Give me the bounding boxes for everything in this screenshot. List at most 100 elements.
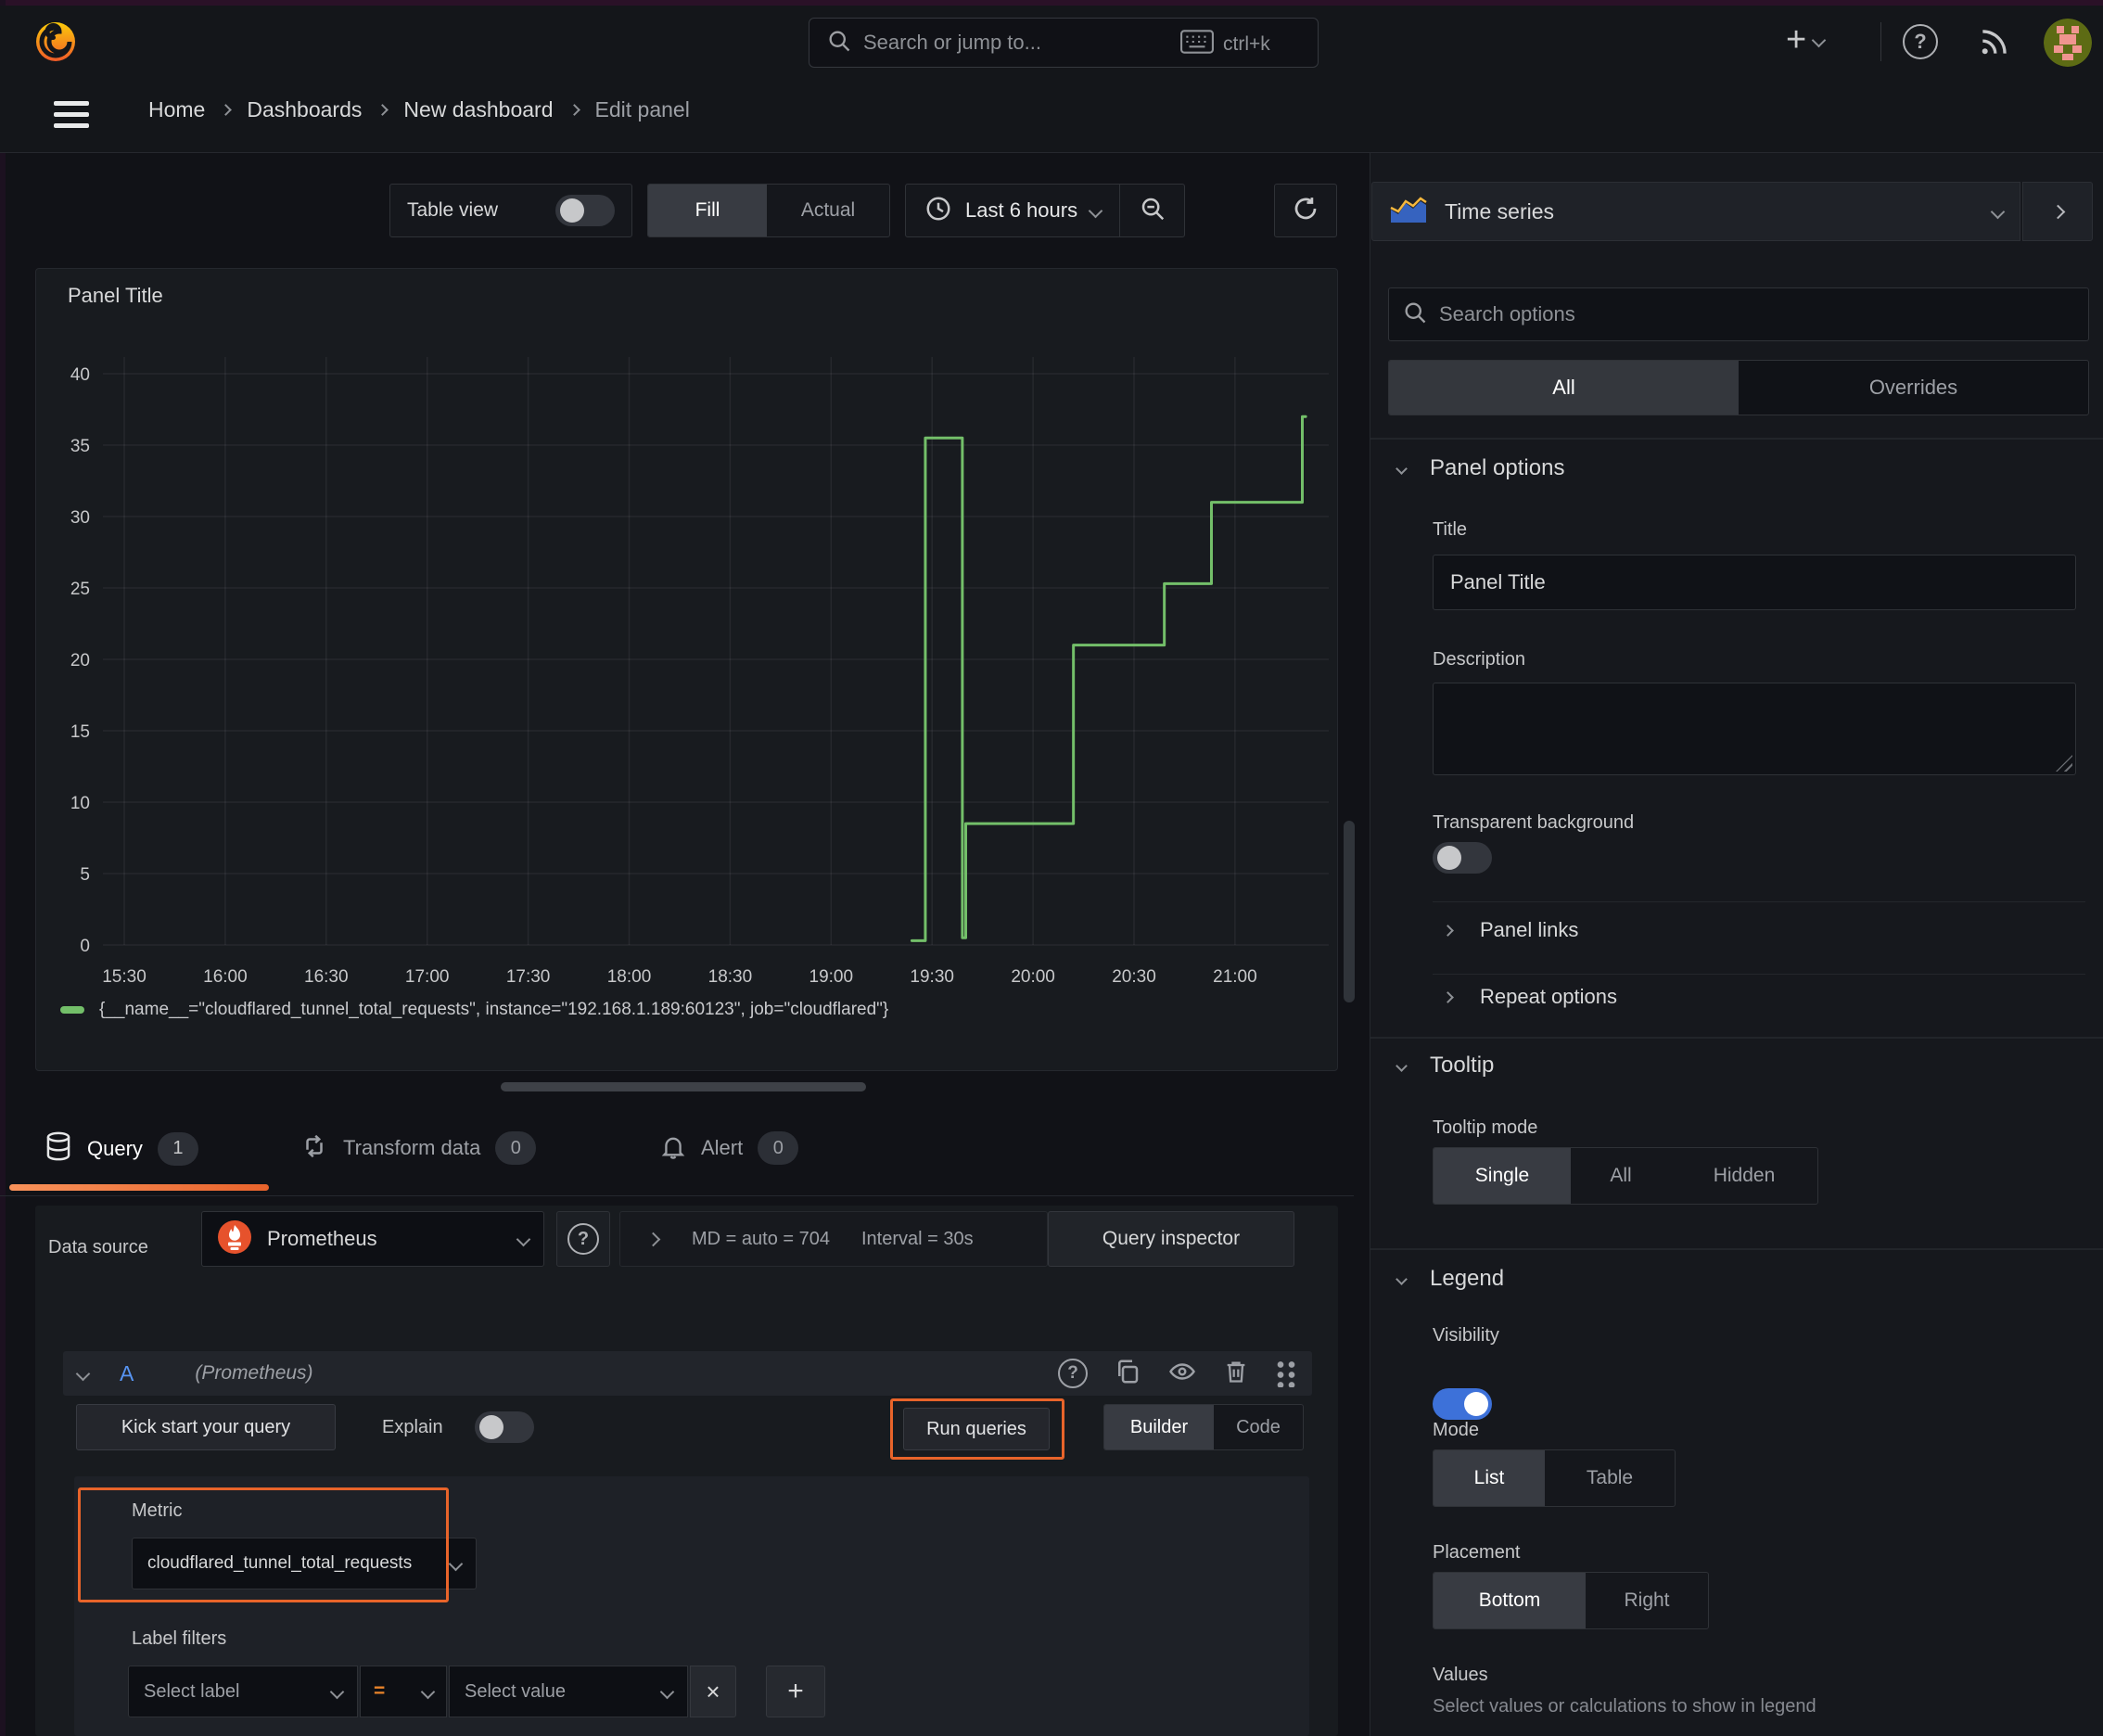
select-value-dropdown[interactable]: Select value xyxy=(449,1666,688,1717)
svg-text:19:30: 19:30 xyxy=(910,967,954,987)
query-options-bar[interactable]: MD = auto = 704 Interval = 30s xyxy=(619,1211,1048,1267)
transparent-background-toggle[interactable] xyxy=(1433,842,1492,874)
refresh-button[interactable] xyxy=(1274,184,1337,237)
tab-alert[interactable]: Alert 0 xyxy=(660,1131,799,1165)
fill-actual-switch: Fill Actual xyxy=(647,184,890,237)
breadcrumb-bar: Home Dashboards New dashboard Edit panel… xyxy=(0,75,2103,209)
options-search-input[interactable] xyxy=(1439,302,2075,326)
query-row-header[interactable]: A (Prometheus) ? xyxy=(63,1351,1312,1396)
fill-option[interactable]: Fill xyxy=(648,185,767,236)
table-view-toggle[interactable] xyxy=(555,195,615,226)
scrollbar-thumb[interactable] xyxy=(1344,821,1355,1002)
eye-icon[interactable] xyxy=(1167,1358,1197,1390)
grafana-logo[interactable] xyxy=(33,17,78,70)
time-range-picker[interactable]: Last 6 hours xyxy=(906,185,1119,236)
svg-text:15: 15 xyxy=(70,722,90,742)
code-option[interactable]: Code xyxy=(1214,1405,1303,1449)
panel-links-section[interactable]: Panel links xyxy=(1442,918,1578,942)
explain-toggle[interactable] xyxy=(475,1411,534,1443)
tab-overrides[interactable]: Overrides xyxy=(1739,361,2088,415)
tooltip-hidden-option[interactable]: Hidden xyxy=(1671,1148,1817,1204)
placement-right-option[interactable]: Right xyxy=(1586,1573,1708,1628)
options-search[interactable] xyxy=(1388,287,2089,341)
remove-filter-button[interactable]: × xyxy=(690,1666,736,1717)
builder-option[interactable]: Builder xyxy=(1104,1405,1214,1449)
legend-visibility-toggle[interactable] xyxy=(1433,1388,1492,1420)
svg-text:35: 35 xyxy=(70,437,90,456)
tab-all[interactable]: All xyxy=(1389,361,1739,415)
svg-text:15:30: 15:30 xyxy=(102,967,147,987)
panel-description-textarea[interactable] xyxy=(1433,683,2076,775)
chart-legend-item[interactable]: {__name__="cloudflared_tunnel_total_requ… xyxy=(60,1000,888,1020)
kickstart-query-button[interactable]: Kick start your query xyxy=(76,1404,336,1450)
clock-icon xyxy=(924,195,952,227)
svg-text:40: 40 xyxy=(70,365,90,385)
help-button[interactable]: ? xyxy=(1903,24,1938,59)
legend-list-option[interactable]: List xyxy=(1434,1450,1545,1506)
tooltip-header[interactable]: Tooltip xyxy=(1396,1053,1494,1079)
chevron-right-icon xyxy=(1442,990,1454,1003)
breadcrumb-edit-panel: Edit panel xyxy=(594,97,690,121)
metric-select[interactable]: cloudflared_tunnel_total_requests xyxy=(132,1538,477,1589)
legend-header[interactable]: Legend xyxy=(1396,1266,1504,1292)
time-range-control: Last 6 hours xyxy=(905,184,1186,237)
tab-transform-label: Transform data xyxy=(343,1136,481,1159)
svg-text:20: 20 xyxy=(70,651,90,670)
svg-text:0: 0 xyxy=(80,937,90,956)
tab-transform[interactable]: Transform data 0 xyxy=(300,1131,537,1165)
query-ref-id: A xyxy=(120,1360,134,1385)
select-label-dropdown[interactable]: Select label xyxy=(128,1666,358,1717)
user-avatar[interactable] xyxy=(2044,19,2092,67)
query-help-icon[interactable]: ? xyxy=(1058,1359,1088,1388)
placement-bottom-option[interactable]: Bottom xyxy=(1434,1573,1586,1628)
chevron-right-icon xyxy=(1442,924,1454,937)
actual-option[interactable]: Actual xyxy=(767,185,889,236)
legend-table-option[interactable]: Table xyxy=(1545,1450,1675,1506)
panel-options-header[interactable]: Panel options xyxy=(1396,455,1564,481)
chevron-down-icon xyxy=(1396,462,1408,475)
explain-label: Explain xyxy=(382,1417,443,1437)
svg-text:18:30: 18:30 xyxy=(708,967,753,987)
global-search[interactable]: ctrl+k xyxy=(809,18,1319,68)
add-filter-button[interactable]: + xyxy=(766,1666,825,1717)
collapse-options-button[interactable] xyxy=(2022,182,2093,241)
svg-text:19:00: 19:00 xyxy=(809,967,854,987)
tooltip-all-option[interactable]: All xyxy=(1571,1148,1671,1204)
editor-tabs: Query 1 Transform data 0 Alert 0 xyxy=(0,1120,1354,1196)
chevron-down-icon xyxy=(1396,1272,1408,1285)
datasource-help-button[interactable]: ? xyxy=(556,1211,610,1267)
time-series-chart[interactable]: 0 5 10 15 20 25 30 35 40 15:30 16:00 16:30 17:00 17:3… xyxy=(36,269,1337,1070)
search-input[interactable] xyxy=(863,26,1141,59)
section-divider xyxy=(1370,1248,2103,1250)
tooltip-mode-label: Tooltip mode xyxy=(1433,1117,1538,1138)
breadcrumb: Home Dashboards New dashboard Edit panel xyxy=(148,97,690,122)
add-menu-button[interactable]: + xyxy=(1786,22,1827,57)
operator-dropdown[interactable]: = xyxy=(360,1666,447,1717)
drag-handle-icon[interactable] xyxy=(1275,1359,1297,1387)
tab-query[interactable]: Query 1 xyxy=(45,1131,198,1166)
breadcrumb-new-dashboard[interactable]: New dashboard xyxy=(403,97,553,122)
breadcrumb-home[interactable]: Home xyxy=(148,97,205,122)
svg-text:21:00: 21:00 xyxy=(1213,967,1257,987)
panel-resize-handle[interactable] xyxy=(501,1082,866,1091)
legend-visibility-label: Visibility xyxy=(1433,1325,1499,1346)
run-queries-button[interactable]: Run queries xyxy=(903,1408,1050,1450)
panel-title-input[interactable] xyxy=(1433,555,2076,610)
news-rss-button[interactable] xyxy=(1977,24,2012,64)
chevron-down-icon xyxy=(448,1556,464,1571)
query-inspector-button[interactable]: Query inspector xyxy=(1048,1211,1294,1267)
datasource-picker[interactable]: Prometheus xyxy=(201,1211,544,1267)
search-icon xyxy=(1402,300,1428,330)
visualization-picker[interactable]: Time series xyxy=(1371,182,2020,241)
trash-icon[interactable] xyxy=(1223,1358,1249,1390)
duplicate-icon[interactable] xyxy=(1114,1358,1141,1390)
prometheus-icon xyxy=(217,1219,252,1259)
menu-toggle[interactable] xyxy=(54,101,89,128)
metric-value: cloudflared_tunnel_total_requests xyxy=(147,1553,413,1573)
close-icon: × xyxy=(706,1677,720,1705)
zoom-out-button[interactable] xyxy=(1119,185,1184,236)
breadcrumb-dashboards[interactable]: Dashboards xyxy=(247,97,362,122)
repeat-options-section[interactable]: Repeat options xyxy=(1442,985,1617,1009)
tooltip-single-option[interactable]: Single xyxy=(1434,1148,1571,1204)
timeseries-viz-icon xyxy=(1389,195,1428,229)
